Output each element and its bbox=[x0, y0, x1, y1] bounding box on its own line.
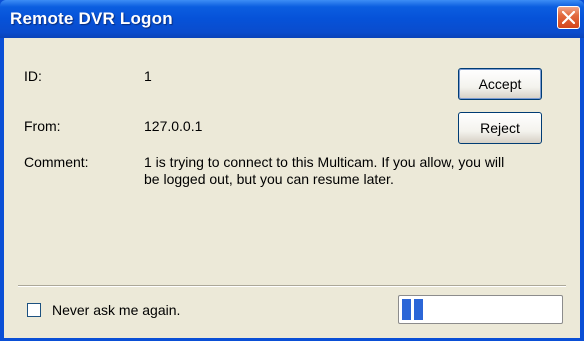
close-icon bbox=[562, 11, 575, 24]
divider bbox=[18, 285, 566, 287]
never-ask-checkbox[interactable] bbox=[27, 303, 41, 317]
title-bar[interactable]: Remote DVR Logon bbox=[0, 0, 584, 38]
comment-text-line-1: 1 is trying to connect to this Multicam.… bbox=[144, 154, 505, 170]
reject-button[interactable]: Reject bbox=[458, 112, 542, 144]
id-value: 1 bbox=[144, 68, 152, 84]
window-title: Remote DVR Logon bbox=[10, 9, 173, 28]
progress-block bbox=[402, 299, 411, 320]
id-label: ID: bbox=[24, 68, 42, 84]
comment-label: Comment: bbox=[24, 154, 89, 170]
progress-block bbox=[414, 299, 423, 320]
progress-bar bbox=[398, 295, 563, 324]
dialog-body: ID: 1 From: 127.0.0.1 Comment: 1 is tryi… bbox=[4, 38, 580, 338]
never-ask-label[interactable]: Never ask me again. bbox=[52, 302, 180, 319]
close-button[interactable] bbox=[557, 6, 580, 29]
comment-text-line-2: be logged out, but you can resume later. bbox=[144, 171, 394, 187]
accept-button[interactable]: Accept bbox=[458, 68, 542, 100]
from-label: From: bbox=[24, 118, 61, 134]
progress-fill bbox=[402, 299, 423, 320]
dialog-window: Remote DVR Logon ID: 1 From: 127.0.0.1 C… bbox=[0, 0, 584, 341]
from-value: 127.0.0.1 bbox=[144, 118, 203, 134]
